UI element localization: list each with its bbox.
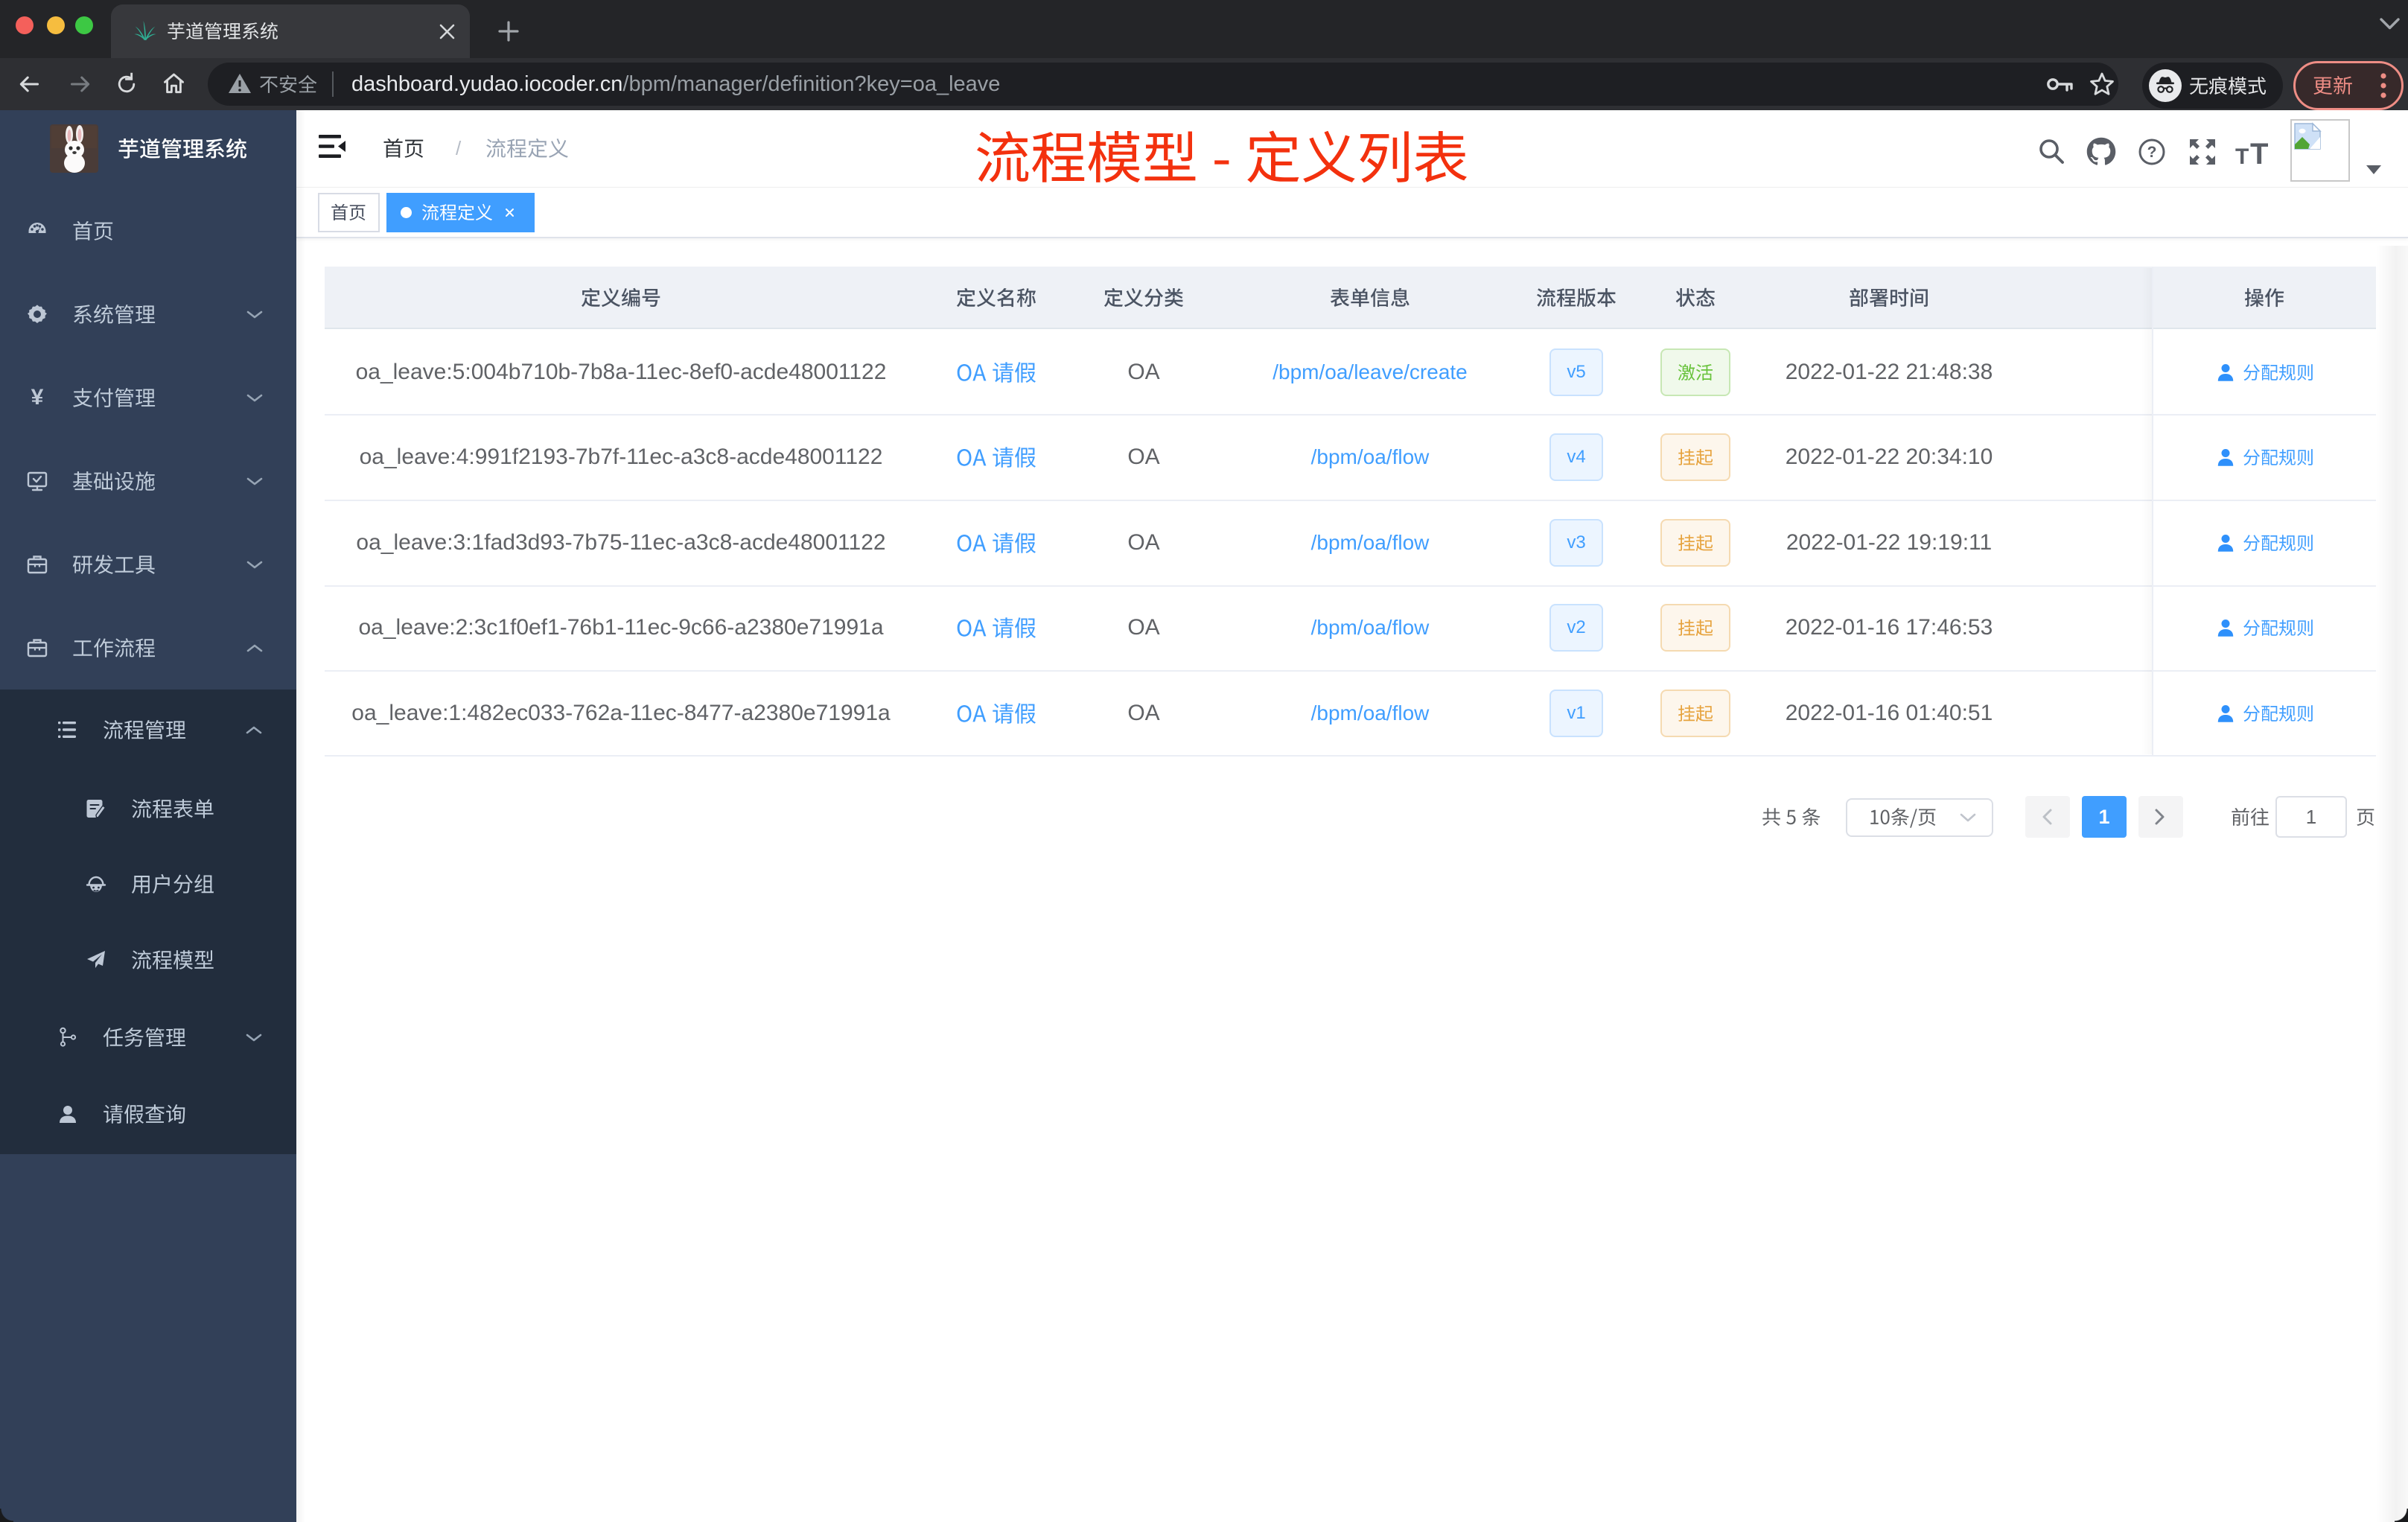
svg-text:T: T [2235, 144, 2249, 167]
svg-text:?: ? [2147, 144, 2157, 161]
svg-text:T: T [2250, 138, 2268, 167]
svg-text:¥: ¥ [31, 387, 44, 408]
